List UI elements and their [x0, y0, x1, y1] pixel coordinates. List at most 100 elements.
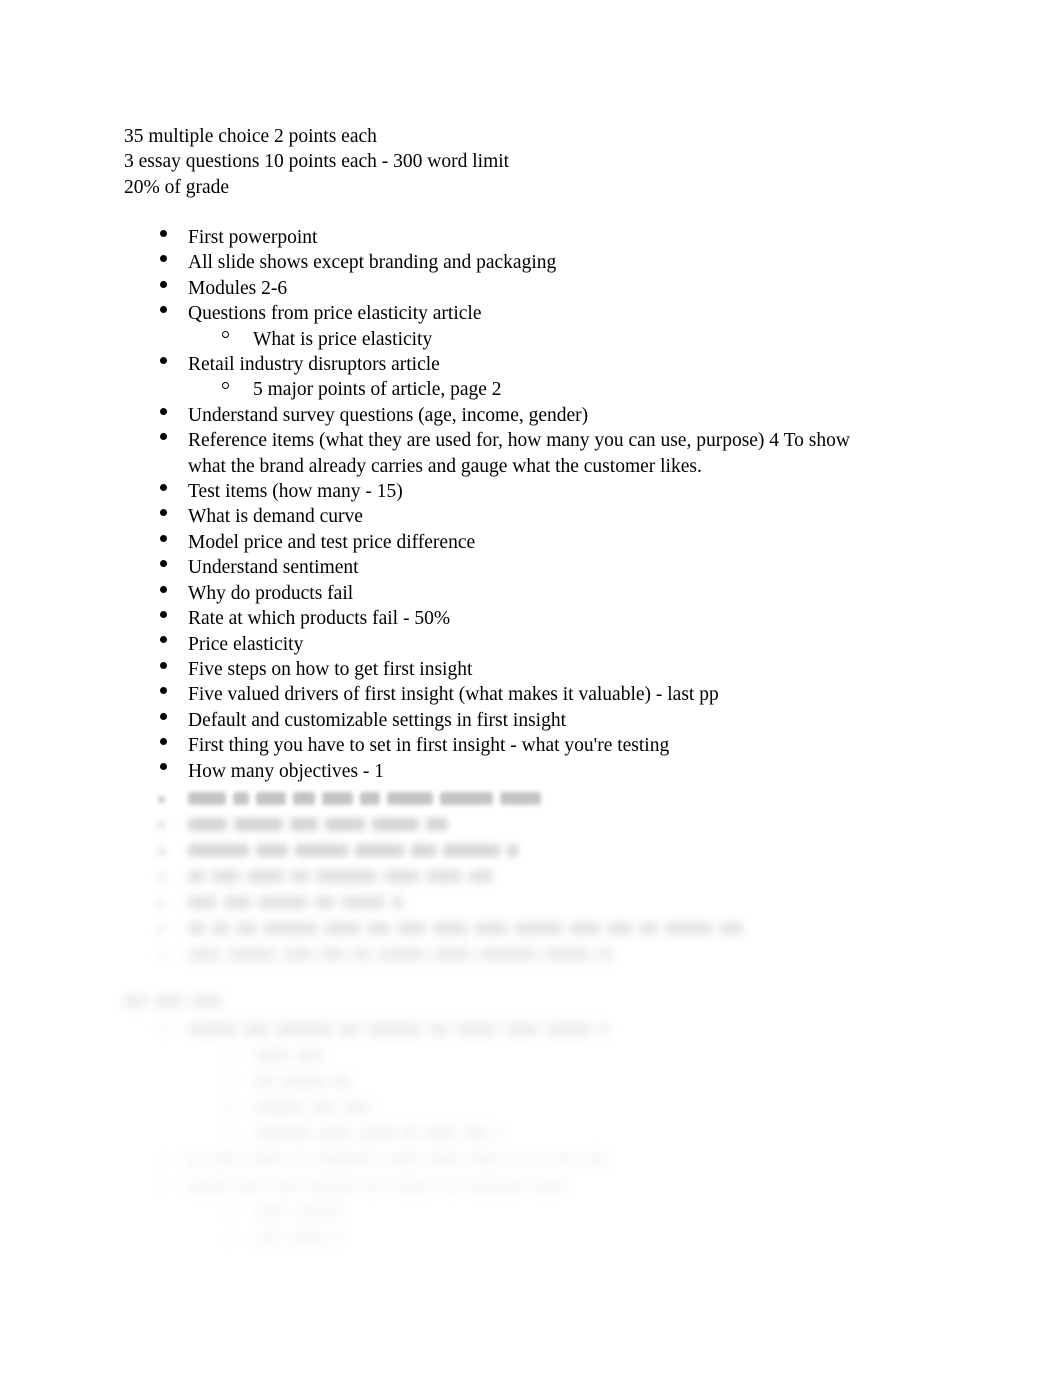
- obscured-bullet-icon: [158, 900, 165, 907]
- obscured-word: [290, 818, 318, 831]
- obscured-line: [0, 0, 1062, 1377]
- obscured-word: [237, 1179, 266, 1192]
- obscured-line: [0, 0, 1062, 1377]
- obscured-word: [224, 896, 251, 909]
- obscured-word: [433, 948, 471, 961]
- obscured-word: [355, 844, 404, 857]
- obscured-word: [273, 1179, 300, 1192]
- obscured-word: [358, 1127, 396, 1140]
- obscured-word: [297, 1049, 323, 1062]
- obscured-word: [469, 1153, 500, 1166]
- obscured-word: [247, 1153, 284, 1166]
- obscured-word: [364, 1179, 384, 1192]
- obscured-word: [582, 1153, 608, 1166]
- obscured-word: [352, 948, 371, 961]
- obscured-word: [463, 1127, 485, 1140]
- obscured-bullet-icon: [158, 874, 165, 881]
- obscured-word: [492, 1127, 500, 1140]
- obscured-word: [255, 1231, 283, 1244]
- obscured-word: [317, 1127, 351, 1140]
- obscured-bullet-icon: [158, 796, 165, 803]
- obscured-word: [212, 870, 240, 883]
- obscured-word: [311, 1101, 336, 1114]
- obscured-line: [0, 0, 1062, 1377]
- obscured-word: [475, 922, 508, 935]
- obscured-word: [720, 922, 743, 935]
- obscured-word: [307, 1179, 357, 1192]
- obscured-word: [570, 922, 600, 935]
- obscured-word: [255, 1205, 288, 1218]
- obscured-word: [467, 1179, 526, 1192]
- obscured-word: [190, 995, 222, 1008]
- obscured-word: [599, 1023, 608, 1036]
- obscured-word: [505, 1023, 539, 1036]
- obscured-word: [469, 870, 493, 883]
- obscured-bullet-icon: [158, 1183, 165, 1190]
- obscured-word: [188, 870, 205, 883]
- obscured-line: [0, 0, 1062, 1377]
- obscured-word: [665, 922, 713, 935]
- obscured-word: [440, 792, 493, 805]
- obscured-bullet-icon: [158, 1157, 165, 1164]
- obscured-word: [372, 818, 419, 831]
- obscured-word: [124, 995, 147, 1008]
- obscured-word: [378, 948, 426, 961]
- obscured-bullet-icon: [158, 848, 165, 855]
- obscured-bullet-icon: [226, 1131, 233, 1138]
- obscured-word: [607, 922, 632, 935]
- obscured-word: [212, 1153, 240, 1166]
- obscured-word: [384, 870, 419, 883]
- obscured-line: [0, 0, 1062, 1377]
- obscured-word: [387, 792, 433, 805]
- obscured-word: [282, 1075, 325, 1088]
- obscured-word: [426, 818, 448, 831]
- obscured-word: [188, 1179, 230, 1192]
- obscured-word: [322, 792, 353, 805]
- obscured-word: [263, 922, 317, 935]
- obscured-word: [324, 922, 360, 935]
- obscured-line: [0, 0, 1062, 1377]
- document-page: 35 multiple choice 2 points each 3 essay…: [0, 0, 1062, 1377]
- obscured-word: [384, 1153, 419, 1166]
- obscured-word: [236, 922, 256, 935]
- obscured-bullet-icon: [226, 1235, 233, 1242]
- obscured-text-region: [0, 0, 1062, 1377]
- obscured-word: [598, 948, 613, 961]
- obscured-word: [283, 948, 313, 961]
- obscured-word: [433, 922, 468, 935]
- obscured-word: [228, 948, 276, 961]
- obscured-word: [188, 844, 249, 857]
- obscured-word: [366, 1023, 422, 1036]
- obscured-word: [188, 1023, 237, 1036]
- obscured-word: [188, 1153, 205, 1166]
- obscured-bullet-icon: [158, 822, 165, 829]
- obscured-word: [188, 922, 205, 935]
- obscured-word: [507, 1153, 524, 1166]
- obscured-word: [500, 792, 541, 805]
- obscured-word: [234, 818, 283, 831]
- obscured-word: [332, 1075, 351, 1088]
- obscured-word: [255, 1049, 290, 1062]
- obscured-line: [0, 0, 1062, 1377]
- obscured-word: [342, 896, 385, 909]
- obscured-word: [291, 870, 309, 883]
- obscured-bullet-icon: [158, 926, 165, 933]
- obscured-line: [0, 0, 1062, 1377]
- obscured-word: [315, 896, 335, 909]
- obscured-bullet-icon: [226, 1105, 233, 1112]
- obscured-word: [343, 1101, 370, 1114]
- obscured-line: [0, 0, 1062, 1377]
- obscured-word: [531, 1153, 548, 1166]
- obscured-word: [256, 792, 286, 805]
- obscured-word: [188, 948, 221, 961]
- obscured-bullet-icon: [226, 1209, 233, 1216]
- obscured-word: [256, 844, 288, 857]
- obscured-word: [429, 1023, 450, 1036]
- obscured-word: [255, 1101, 304, 1114]
- obscured-word: [515, 922, 563, 935]
- obscured-line: [0, 0, 1062, 1377]
- obscured-word: [316, 1153, 377, 1166]
- obscured-word: [188, 792, 226, 805]
- obscured-word: [247, 870, 284, 883]
- obscured-word: [295, 1205, 343, 1218]
